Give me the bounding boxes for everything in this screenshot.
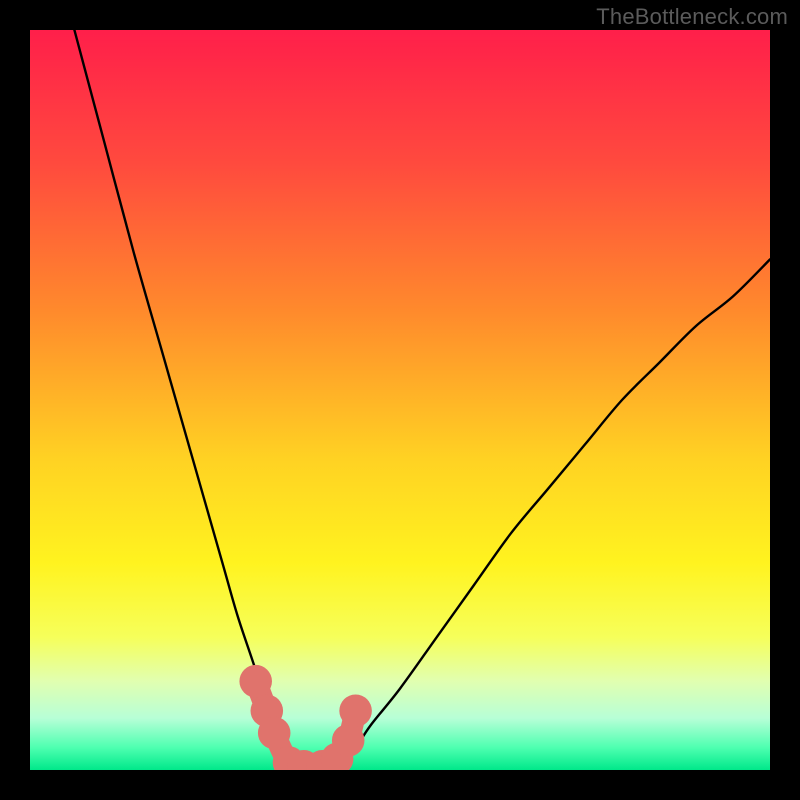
bottleneck-curve-right <box>326 259 770 770</box>
marker-dot <box>339 695 372 728</box>
curve-layer <box>30 30 770 770</box>
marker-dot <box>332 724 365 757</box>
bottleneck-curve-left <box>74 30 326 770</box>
marker-dot <box>239 665 272 698</box>
marker-dot <box>258 717 291 750</box>
marker-dots <box>239 665 371 770</box>
watermark-text: TheBottleneck.com <box>596 4 788 30</box>
plot-area <box>30 30 770 770</box>
chart-frame: TheBottleneck.com <box>0 0 800 800</box>
